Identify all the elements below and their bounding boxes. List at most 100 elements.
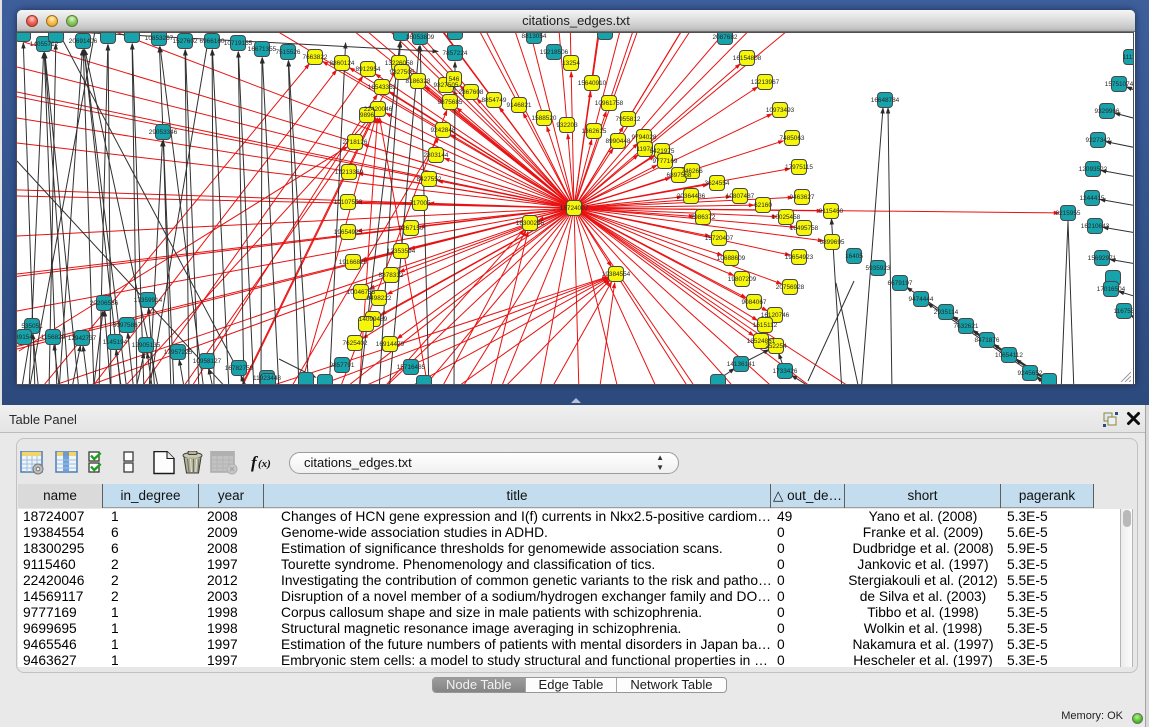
svg-text:252254: 252254 xyxy=(765,343,787,350)
svg-text:7625402: 7625402 xyxy=(343,340,368,347)
svg-text:12213967: 12213967 xyxy=(751,79,780,86)
svg-text:10025458: 10025458 xyxy=(772,214,801,221)
svg-text:20691406: 20691406 xyxy=(69,38,98,45)
svg-text:16405: 16405 xyxy=(845,253,863,260)
svg-text:116753: 116753 xyxy=(1114,308,1133,315)
svg-text:11923448: 11923448 xyxy=(253,375,281,382)
svg-text:16543362: 16543362 xyxy=(368,84,397,91)
svg-text:8912954: 8912954 xyxy=(356,66,381,73)
svg-text:1733426: 1733426 xyxy=(773,368,798,375)
svg-text:16210643: 16210643 xyxy=(1081,223,1110,230)
svg-text:8854749: 8854749 xyxy=(482,97,507,104)
svg-text:1145194: 1145194 xyxy=(103,339,128,346)
svg-text:9498222: 9498222 xyxy=(367,295,392,302)
svg-text:8813054: 8813054 xyxy=(522,33,547,40)
svg-text:6966160: 6966160 xyxy=(200,38,225,45)
svg-text:8186328: 8186328 xyxy=(406,78,431,85)
svg-text:17975115: 17975115 xyxy=(785,164,813,171)
svg-text:9227342: 9227342 xyxy=(1086,137,1111,144)
svg-text:8471876: 8471876 xyxy=(975,337,1000,344)
svg-text:15716485: 15716485 xyxy=(397,364,426,371)
svg-text:9474444: 9474444 xyxy=(909,296,934,303)
svg-text:15692971: 15692971 xyxy=(1088,255,1117,262)
svg-text:1588520: 1588520 xyxy=(532,115,557,122)
svg-text:1615112: 1615112 xyxy=(753,322,778,329)
svg-text:16671355: 16671355 xyxy=(248,46,277,53)
svg-text:18724007: 18724007 xyxy=(560,205,589,212)
svg-text:19654923: 19654923 xyxy=(785,254,814,261)
svg-text:15751074: 15751074 xyxy=(1105,81,1133,88)
svg-text:5935923: 5935923 xyxy=(866,265,891,272)
svg-text:30975867: 30975867 xyxy=(113,322,142,329)
svg-text:7857224: 7857224 xyxy=(443,50,468,57)
svg-text:9115460: 9115460 xyxy=(819,208,844,215)
svg-text:546: 546 xyxy=(449,76,460,83)
svg-text:16914479: 16914479 xyxy=(376,341,405,348)
svg-text:12093522: 12093522 xyxy=(1079,166,1108,173)
svg-text:9329966: 9329966 xyxy=(1095,108,1120,115)
svg-text:1156829: 1156829 xyxy=(41,334,66,341)
svg-text:9327505: 9327505 xyxy=(390,69,415,76)
svg-text:18300295: 18300295 xyxy=(516,220,545,227)
svg-text:10807487: 10807487 xyxy=(726,193,755,200)
svg-text:62160: 62160 xyxy=(754,202,772,209)
svg-text:9794028: 9794028 xyxy=(632,134,657,141)
svg-text:18495758: 18495758 xyxy=(790,225,819,232)
svg-text:9245652: 9245652 xyxy=(1018,370,1043,377)
svg-text:10654112: 10654112 xyxy=(995,352,1023,359)
svg-text:13254: 13254 xyxy=(562,60,580,67)
svg-text:8990448: 8990448 xyxy=(606,138,631,145)
svg-text:20206536: 20206536 xyxy=(90,300,119,307)
svg-text:10107553: 10107553 xyxy=(334,199,363,206)
svg-text:2803144: 2803144 xyxy=(424,152,449,159)
svg-text:9875685: 9875685 xyxy=(438,99,463,106)
svg-text:19166829: 19166829 xyxy=(339,259,368,266)
svg-text:12942737: 12942737 xyxy=(68,335,97,342)
svg-text:10688609: 10688609 xyxy=(717,255,746,262)
svg-text:14099489: 14099489 xyxy=(359,316,388,323)
svg-text:16154808: 16154808 xyxy=(733,55,762,62)
svg-text:39154: 39154 xyxy=(17,334,33,341)
svg-text:16782759: 16782759 xyxy=(225,365,254,372)
svg-text:17359914: 17359914 xyxy=(134,297,163,304)
svg-text:1527602: 1527602 xyxy=(173,38,198,45)
svg-text:7955812: 7955812 xyxy=(616,116,641,123)
svg-text:1244415: 1244415 xyxy=(1080,195,1105,202)
svg-text:15640910: 15640910 xyxy=(578,80,607,87)
svg-text:9146821: 9146821 xyxy=(507,102,532,109)
svg-text:2935114: 2935114 xyxy=(934,309,959,316)
svg-text:12213369: 12213369 xyxy=(335,169,364,176)
svg-text:8427552: 8427552 xyxy=(417,176,442,183)
svg-text:9896: 9896 xyxy=(360,112,375,119)
svg-text:10961758: 10961758 xyxy=(595,100,624,107)
svg-text:9857791: 9857791 xyxy=(330,362,355,369)
svg-text:9421975: 9421975 xyxy=(650,148,675,155)
svg-text:16053809: 16053809 xyxy=(406,34,435,41)
svg-text:9242848: 9242848 xyxy=(431,127,456,134)
svg-text:7485063: 7485063 xyxy=(780,135,805,142)
svg-text:29053346: 29053346 xyxy=(149,129,178,136)
svg-text:9777169: 9777169 xyxy=(653,158,678,165)
svg-text:2087682: 2087682 xyxy=(713,34,738,41)
svg-text:6899695: 6899695 xyxy=(820,239,845,246)
svg-text:11125: 11125 xyxy=(1123,54,1133,61)
svg-text:1362615: 1362615 xyxy=(582,128,607,135)
svg-text:7515526: 7515526 xyxy=(276,49,301,56)
svg-text:932203: 932203 xyxy=(556,122,578,129)
svg-text:717005: 717005 xyxy=(409,200,431,207)
svg-text:3624554: 3624554 xyxy=(705,180,730,187)
svg-text:10853267: 10853267 xyxy=(145,35,174,42)
svg-text:17957225: 17957225 xyxy=(164,349,193,356)
svg-text:8860124: 8860124 xyxy=(330,60,355,67)
svg-text:12353594: 12353594 xyxy=(387,248,416,255)
svg-text:(x): (x) xyxy=(258,458,271,470)
svg-text:9463627: 9463627 xyxy=(790,194,815,201)
svg-text:14136141: 14136141 xyxy=(727,361,756,368)
svg-text:13226058: 13226058 xyxy=(385,60,414,67)
svg-text:20756928: 20756928 xyxy=(776,284,805,291)
svg-text:8215955: 8215955 xyxy=(1056,210,1081,217)
svg-text:17016504: 17016504 xyxy=(1097,286,1126,293)
svg-text:20364436: 20364436 xyxy=(677,193,706,200)
svg-text:8878332: 8878332 xyxy=(379,272,404,279)
svg-text:6679197: 6679197 xyxy=(888,280,913,287)
